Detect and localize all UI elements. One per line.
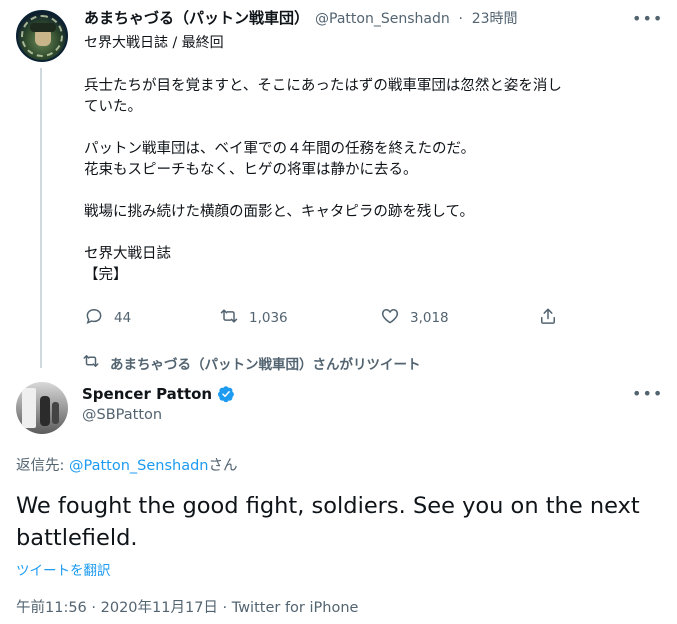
reply-suffix: さん: [208, 458, 238, 474]
reply-icon: [84, 306, 104, 330]
tweet-body-line: 花束もスピーチもなく、ヒゲの将軍は静かに去る。: [84, 162, 418, 178]
translate-tweet-link[interactable]: ツイートを翻訳: [16, 559, 111, 579]
display-name[interactable]: Spencer Patton: [82, 385, 212, 403]
tweet-subtitle: セ界大戦日誌 / 最終回: [84, 35, 224, 51]
thread-connector-line: [40, 68, 42, 368]
retweet-count: 1,036: [249, 310, 288, 326]
like-count: 3,018: [410, 310, 449, 326]
share-button[interactable]: [538, 306, 558, 330]
tweet-actions: 44 1,036 3,018: [84, 306, 564, 330]
share-icon: [538, 306, 558, 330]
retweet-icon: [82, 352, 100, 374]
verified-badge-icon: [217, 385, 235, 403]
like-button[interactable]: 3,018: [380, 306, 449, 330]
display-name[interactable]: あまちゃづる（パットン戦車団）: [84, 9, 309, 27]
tweet-time[interactable]: 23時間: [472, 11, 518, 27]
avatar-hat: [30, 23, 56, 32]
meta-separator: ·: [458, 11, 463, 27]
tweet-body-line: [84, 223, 654, 244]
tweet-body: 兵士たちが目を覚ますと、そこにあったはずの戦車軍団は忽然と姿を消し ていた。 パ…: [84, 76, 654, 286]
reply-count: 44: [114, 310, 132, 326]
avatar-figure: [40, 396, 50, 426]
user-handle[interactable]: @Patton_Senshadn: [315, 11, 450, 27]
ellipsis-icon[interactable]: •••: [632, 384, 663, 403]
retweet-banner[interactable]: あまちゃづる（パットン戦車団）さんがリツイート: [82, 352, 421, 374]
tweet-body-line: 【完】: [84, 267, 128, 283]
replying-to: 返信先: @Patton_Senshadnさん: [16, 454, 238, 475]
retweet-button[interactable]: 1,036: [219, 306, 288, 330]
heart-icon: [380, 306, 400, 330]
reply-button[interactable]: 44: [84, 306, 131, 330]
tweet-body-line: [84, 118, 654, 139]
tweet-body-line: 戦場に挑み続けた横顔の面影と、キャタピラの跡を残して。: [84, 204, 475, 220]
tweet-header: あまちゃづる（パットン戦車団） @Patton_Senshadn · 23時間: [84, 9, 518, 28]
avatar[interactable]: [16, 10, 68, 62]
tweet-body-line: ていた。: [84, 99, 142, 115]
avatar[interactable]: [16, 382, 68, 434]
user-handle[interactable]: @SBPatton: [82, 407, 162, 423]
tweet-body-line: [84, 181, 654, 202]
tweet-timestamp[interactable]: 午前11:56 · 2020年11月17日 · Twitter for iPho…: [16, 596, 358, 617]
retweet-banner-text: あまちゃづる（パットン戦車団）さんがリツイート: [110, 357, 421, 373]
reply-prefix: 返信先:: [16, 458, 65, 474]
avatar-background: [22, 388, 36, 428]
retweet-icon: [219, 306, 239, 330]
tweet-body-line: パットン戦車団は、ベイ軍での４年間の任務を終えたのだ。: [84, 141, 476, 157]
reply-mention-link[interactable]: @Patton_Senshadn: [69, 458, 209, 474]
tweet-body-line: 兵士たちが目を覚ますと、そこにあったはずの戦車軍団は忽然と姿を消し: [84, 78, 562, 94]
tweet-text: We fought the good fight, soldiers. See …: [16, 493, 640, 551]
author-name-row: Spencer Patton: [82, 385, 235, 403]
tweet-body-line: セ界大戦日誌: [84, 246, 171, 262]
avatar-figure: [52, 402, 59, 424]
ellipsis-icon[interactable]: •••: [632, 9, 663, 28]
